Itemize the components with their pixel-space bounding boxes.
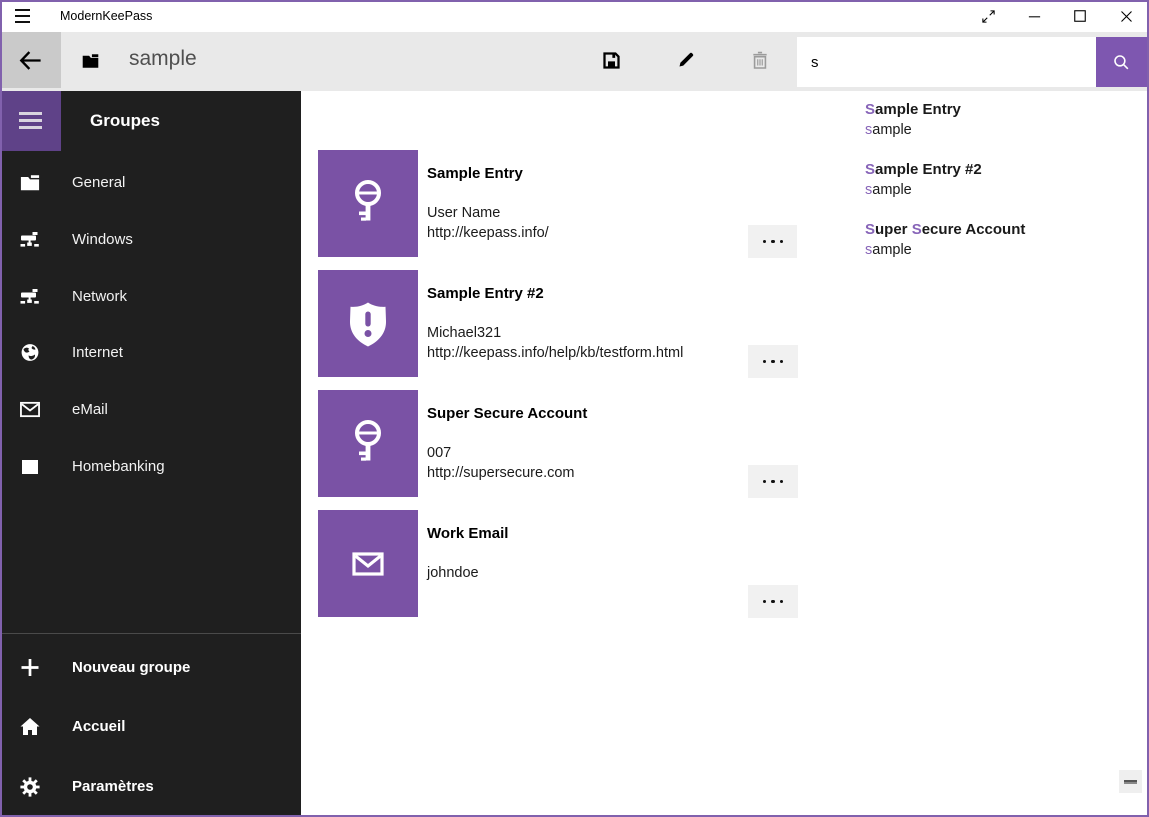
entry-tile xyxy=(318,510,418,617)
suggestion-title: Super Secure Account xyxy=(865,220,1025,240)
key-icon xyxy=(340,176,396,232)
sidebar-item-label: Windows xyxy=(72,231,133,248)
semantic-zoom-out-button[interactable] xyxy=(1119,770,1142,793)
suggestion-subtitle: sample xyxy=(865,120,961,140)
entry-title: Sample Entry xyxy=(427,165,523,182)
sidebar-item-internet[interactable]: Internet xyxy=(0,324,301,381)
sidebar-item-homebanking[interactable]: Homebanking xyxy=(0,438,301,495)
entry-url: http://keepass.info/help/kb/testform.htm… xyxy=(427,345,683,361)
minimize-icon[interactable] xyxy=(1011,0,1057,32)
search-suggestions-flyout: Sample Entry sample Sample Entry #2 samp… xyxy=(797,91,1146,341)
home-icon xyxy=(20,717,40,737)
sidebar-item-label: Internet xyxy=(72,344,123,361)
save-button[interactable] xyxy=(587,32,635,88)
app-title: ModernKeePass xyxy=(60,0,152,32)
sidebar-item-label: General xyxy=(72,174,125,191)
mail-icon xyxy=(20,400,40,420)
sidebar-item-network[interactable]: Network xyxy=(0,268,301,325)
maximize-icon[interactable] xyxy=(1057,0,1103,32)
suggestion-title: Sample Entry #2 xyxy=(865,160,982,180)
network-icon xyxy=(20,287,40,307)
sidebar-item-label: Network xyxy=(72,288,127,305)
gear-icon xyxy=(20,777,40,797)
suggestion-subtitle: sample xyxy=(865,240,1025,260)
shield-alert-icon xyxy=(340,296,396,352)
entry-sample-entry-2[interactable]: Sample Entry #2 Michael321 http://keepas… xyxy=(318,270,798,377)
entry-super-secure-account[interactable]: Super Secure Account 007 http://supersec… xyxy=(318,390,798,497)
entry-url: http://keepass.info/ xyxy=(427,225,549,241)
more-button[interactable] xyxy=(748,225,798,258)
folder-icon xyxy=(20,173,40,193)
titlebar-hamburger-icon[interactable] xyxy=(13,7,35,25)
entry-title: Super Secure Account xyxy=(427,405,587,422)
plus-icon xyxy=(20,658,40,678)
suggestion-sample-entry[interactable]: Sample Entry sample xyxy=(865,100,961,140)
entry-tile xyxy=(318,390,418,497)
groups-header: Groupes xyxy=(90,111,160,131)
titlebar: ModernKeePass xyxy=(0,0,1149,32)
entry-title: Work Email xyxy=(427,525,508,542)
caption-buttons xyxy=(965,0,1149,32)
entry-title: Sample Entry #2 xyxy=(427,285,544,302)
entry-username: Michael321 xyxy=(427,325,501,341)
sidebar-item-label: Accueil xyxy=(72,718,125,735)
sidebar-item-label: Paramètres xyxy=(72,778,154,795)
minus-icon xyxy=(1124,780,1137,784)
command-bar: sample xyxy=(0,32,1149,91)
suggestion-title: Sample Entry xyxy=(865,100,961,120)
key-icon xyxy=(340,416,396,472)
entry-tile xyxy=(318,150,418,257)
database-title: sample xyxy=(129,32,197,85)
search-input[interactable] xyxy=(797,37,1096,87)
more-button[interactable] xyxy=(748,345,798,378)
mail-icon xyxy=(340,536,396,592)
globe-icon xyxy=(20,343,40,363)
more-button[interactable] xyxy=(748,465,798,498)
database-folder-icon xyxy=(82,54,99,73)
sidebar-item-general[interactable]: General xyxy=(0,154,301,211)
entry-username: 007 xyxy=(427,445,451,461)
entry-tile xyxy=(318,270,418,377)
entry-sample-entry[interactable]: Sample Entry User Name http://keepass.in… xyxy=(318,150,798,257)
entry-work-email[interactable]: Work Email johndoe xyxy=(318,510,798,617)
delete-trash-icon[interactable] xyxy=(736,32,784,88)
search-box xyxy=(797,37,1096,87)
sidebar-item-label: Homebanking xyxy=(72,458,165,475)
more-button[interactable] xyxy=(748,585,798,618)
entry-username: johndoe xyxy=(427,565,479,581)
sidebar-nav: Groupes General Windows Network xyxy=(0,88,301,817)
close-icon[interactable] xyxy=(1103,0,1149,32)
sidebar-item-home[interactable]: Accueil xyxy=(0,698,301,755)
edit-pencil-icon[interactable] xyxy=(662,32,710,88)
entry-username: User Name xyxy=(427,205,500,221)
back-button[interactable] xyxy=(0,32,61,88)
sidebar-item-settings[interactable]: Paramètres xyxy=(0,758,301,815)
sidebar-item-new-group[interactable]: Nouveau groupe xyxy=(0,639,301,696)
nav-hamburger-button[interactable] xyxy=(0,90,61,151)
square-icon xyxy=(20,457,40,477)
suggestion-sample-entry-2[interactable]: Sample Entry #2 sample xyxy=(865,160,982,200)
sidebar-divider xyxy=(0,633,301,634)
sidebar-item-email[interactable]: eMail xyxy=(0,381,301,438)
suggestion-subtitle: sample xyxy=(865,180,982,200)
suggestion-super-secure-account[interactable]: Super Secure Account sample xyxy=(865,220,1025,260)
entry-url: http://supersecure.com xyxy=(427,465,575,481)
network-icon xyxy=(20,230,40,250)
sidebar-item-label: Nouveau groupe xyxy=(72,659,190,676)
sidebar-item-windows[interactable]: Windows xyxy=(0,211,301,268)
sidebar-item-label: eMail xyxy=(72,401,108,418)
search-button[interactable] xyxy=(1096,37,1147,87)
fullscreen-icon[interactable] xyxy=(965,0,1011,32)
